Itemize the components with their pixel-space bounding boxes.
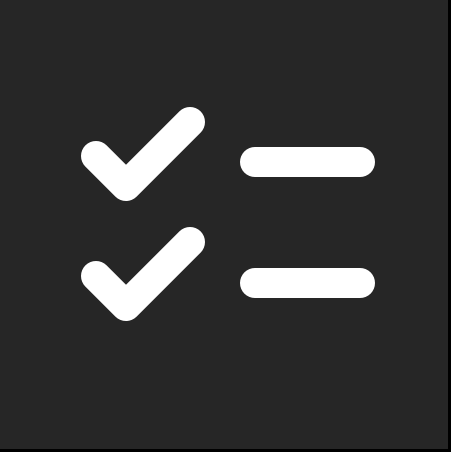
checkmark-icon — [81, 227, 205, 321]
checklist-tile — [0, 0, 448, 449]
check-item-1 — [81, 107, 375, 201]
checkmark-icon — [81, 107, 205, 201]
check-item-2 — [81, 227, 375, 321]
checklist-icon — [81, 107, 375, 321]
